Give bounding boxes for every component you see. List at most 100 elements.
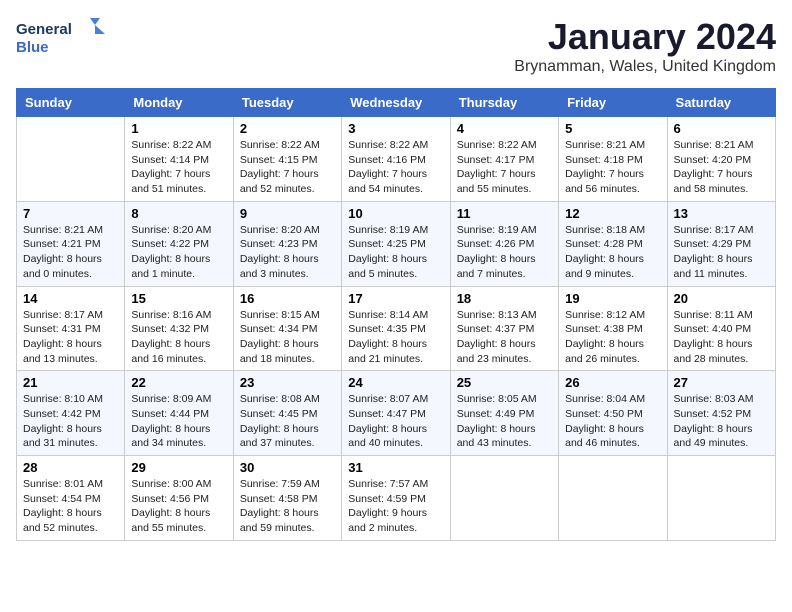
cell-content: Sunrise: 8:19 AM Sunset: 4:26 PM Dayligh… <box>457 223 552 282</box>
cell-content: Sunrise: 8:20 AM Sunset: 4:22 PM Dayligh… <box>131 223 226 282</box>
calendar-cell-w2-d5: 11 Sunrise: 8:19 AM Sunset: 4:26 PM Dayl… <box>450 201 558 286</box>
day-number: 17 <box>348 291 443 306</box>
day-number: 24 <box>348 375 443 390</box>
calendar-cell-w5-d5 <box>450 456 558 541</box>
calendar-cell-w1-d2: 1 Sunrise: 8:22 AM Sunset: 4:14 PM Dayli… <box>125 117 233 202</box>
calendar-cell-w1-d3: 2 Sunrise: 8:22 AM Sunset: 4:15 PM Dayli… <box>233 117 341 202</box>
cell-content: Sunrise: 8:00 AM Sunset: 4:56 PM Dayligh… <box>131 477 226 536</box>
calendar-cell-w5-d4: 31 Sunrise: 7:57 AM Sunset: 4:59 PM Dayl… <box>342 456 450 541</box>
calendar-cell-w3-d3: 16 Sunrise: 8:15 AM Sunset: 4:34 PM Dayl… <box>233 286 341 371</box>
day-number: 21 <box>23 375 118 390</box>
day-number: 23 <box>240 375 335 390</box>
cell-content: Sunrise: 8:04 AM Sunset: 4:50 PM Dayligh… <box>565 392 660 451</box>
cell-content: Sunrise: 8:08 AM Sunset: 4:45 PM Dayligh… <box>240 392 335 451</box>
calendar-subtitle: Brynamman, Wales, United Kingdom <box>514 58 776 76</box>
day-number: 1 <box>131 121 226 136</box>
calendar-cell-w5-d7 <box>667 456 775 541</box>
day-number: 12 <box>565 206 660 221</box>
logo: General Blue <box>16 16 106 60</box>
svg-text:Blue: Blue <box>16 39 49 56</box>
header-tuesday: Tuesday <box>233 89 341 117</box>
calendar-cell-w3-d7: 20 Sunrise: 8:11 AM Sunset: 4:40 PM Dayl… <box>667 286 775 371</box>
cell-content: Sunrise: 8:22 AM Sunset: 4:16 PM Dayligh… <box>348 138 443 197</box>
calendar-cell-w2-d3: 9 Sunrise: 8:20 AM Sunset: 4:23 PM Dayli… <box>233 201 341 286</box>
calendar-cell-w5-d3: 30 Sunrise: 7:59 AM Sunset: 4:58 PM Dayl… <box>233 456 341 541</box>
day-number: 28 <box>23 460 118 475</box>
calendar-cell-w2-d7: 13 Sunrise: 8:17 AM Sunset: 4:29 PM Dayl… <box>667 201 775 286</box>
day-number: 13 <box>674 206 769 221</box>
day-number: 20 <box>674 291 769 306</box>
cell-content: Sunrise: 8:14 AM Sunset: 4:35 PM Dayligh… <box>348 308 443 367</box>
day-number: 18 <box>457 291 552 306</box>
calendar-cell-w5-d1: 28 Sunrise: 8:01 AM Sunset: 4:54 PM Dayl… <box>17 456 125 541</box>
cell-content: Sunrise: 8:18 AM Sunset: 4:28 PM Dayligh… <box>565 223 660 282</box>
calendar-cell-w2-d1: 7 Sunrise: 8:21 AM Sunset: 4:21 PM Dayli… <box>17 201 125 286</box>
cell-content: Sunrise: 7:59 AM Sunset: 4:58 PM Dayligh… <box>240 477 335 536</box>
day-number: 30 <box>240 460 335 475</box>
day-number: 25 <box>457 375 552 390</box>
header-thursday: Thursday <box>450 89 558 117</box>
calendar-cell-w1-d6: 5 Sunrise: 8:21 AM Sunset: 4:18 PM Dayli… <box>559 117 667 202</box>
calendar-cell-w4-d4: 24 Sunrise: 8:07 AM Sunset: 4:47 PM Dayl… <box>342 371 450 456</box>
day-number: 31 <box>348 460 443 475</box>
calendar-cell-w4-d6: 26 Sunrise: 8:04 AM Sunset: 4:50 PM Dayl… <box>559 371 667 456</box>
calendar-cell-w2-d4: 10 Sunrise: 8:19 AM Sunset: 4:25 PM Dayl… <box>342 201 450 286</box>
header-sunday: Sunday <box>17 89 125 117</box>
day-number: 7 <box>23 206 118 221</box>
calendar-cell-w5-d2: 29 Sunrise: 8:00 AM Sunset: 4:56 PM Dayl… <box>125 456 233 541</box>
day-number: 27 <box>674 375 769 390</box>
header-saturday: Saturday <box>667 89 775 117</box>
day-number: 3 <box>348 121 443 136</box>
calendar-cell-w4-d5: 25 Sunrise: 8:05 AM Sunset: 4:49 PM Dayl… <box>450 371 558 456</box>
day-number: 2 <box>240 121 335 136</box>
calendar-cell-w1-d4: 3 Sunrise: 8:22 AM Sunset: 4:16 PM Dayli… <box>342 117 450 202</box>
cell-content: Sunrise: 8:22 AM Sunset: 4:14 PM Dayligh… <box>131 138 226 197</box>
cell-content: Sunrise: 8:20 AM Sunset: 4:23 PM Dayligh… <box>240 223 335 282</box>
calendar-body: 1 Sunrise: 8:22 AM Sunset: 4:14 PM Dayli… <box>17 117 776 541</box>
day-number: 19 <box>565 291 660 306</box>
cell-content: Sunrise: 8:22 AM Sunset: 4:15 PM Dayligh… <box>240 138 335 197</box>
cell-content: Sunrise: 8:07 AM Sunset: 4:47 PM Dayligh… <box>348 392 443 451</box>
calendar-cell-w1-d1 <box>17 117 125 202</box>
cell-content: Sunrise: 8:10 AM Sunset: 4:42 PM Dayligh… <box>23 392 118 451</box>
header-wednesday: Wednesday <box>342 89 450 117</box>
calendar-cell-w2-d2: 8 Sunrise: 8:20 AM Sunset: 4:22 PM Dayli… <box>125 201 233 286</box>
calendar-cell-w5-d6 <box>559 456 667 541</box>
header-monday: Monday <box>125 89 233 117</box>
calendar-cell-w3-d5: 18 Sunrise: 8:13 AM Sunset: 4:37 PM Dayl… <box>450 286 558 371</box>
day-number: 29 <box>131 460 226 475</box>
calendar-cell-w1-d7: 6 Sunrise: 8:21 AM Sunset: 4:20 PM Dayli… <box>667 117 775 202</box>
cell-content: Sunrise: 8:09 AM Sunset: 4:44 PM Dayligh… <box>131 392 226 451</box>
cell-content: Sunrise: 8:15 AM Sunset: 4:34 PM Dayligh… <box>240 308 335 367</box>
calendar-cell-w1-d5: 4 Sunrise: 8:22 AM Sunset: 4:17 PM Dayli… <box>450 117 558 202</box>
day-number: 5 <box>565 121 660 136</box>
calendar-cell-w3-d4: 17 Sunrise: 8:14 AM Sunset: 4:35 PM Dayl… <box>342 286 450 371</box>
cell-content: Sunrise: 8:22 AM Sunset: 4:17 PM Dayligh… <box>457 138 552 197</box>
cell-content: Sunrise: 8:16 AM Sunset: 4:32 PM Dayligh… <box>131 308 226 367</box>
header-friday: Friday <box>559 89 667 117</box>
calendar-cell-w4-d7: 27 Sunrise: 8:03 AM Sunset: 4:52 PM Dayl… <box>667 371 775 456</box>
day-number: 26 <box>565 375 660 390</box>
calendar-cell-w4-d2: 22 Sunrise: 8:09 AM Sunset: 4:44 PM Dayl… <box>125 371 233 456</box>
day-number: 16 <box>240 291 335 306</box>
cell-content: Sunrise: 8:17 AM Sunset: 4:31 PM Dayligh… <box>23 308 118 367</box>
calendar-week-1: 1 Sunrise: 8:22 AM Sunset: 4:14 PM Dayli… <box>17 117 776 202</box>
calendar-week-3: 14 Sunrise: 8:17 AM Sunset: 4:31 PM Dayl… <box>17 286 776 371</box>
title-area: January 2024 Brynamman, Wales, United Ki… <box>514 16 776 76</box>
cell-content: Sunrise: 8:21 AM Sunset: 4:18 PM Dayligh… <box>565 138 660 197</box>
calendar-table: Sunday Monday Tuesday Wednesday Thursday… <box>16 88 776 541</box>
svg-text:General: General <box>16 21 72 38</box>
day-number: 4 <box>457 121 552 136</box>
page-header: General Blue January 2024 Brynamman, Wal… <box>16 16 776 76</box>
day-number: 11 <box>457 206 552 221</box>
calendar-cell-w3-d2: 15 Sunrise: 8:16 AM Sunset: 4:32 PM Dayl… <box>125 286 233 371</box>
calendar-cell-w3-d1: 14 Sunrise: 8:17 AM Sunset: 4:31 PM Dayl… <box>17 286 125 371</box>
day-number: 8 <box>131 206 226 221</box>
cell-content: Sunrise: 8:12 AM Sunset: 4:38 PM Dayligh… <box>565 308 660 367</box>
cell-content: Sunrise: 8:21 AM Sunset: 4:20 PM Dayligh… <box>674 138 769 197</box>
day-number: 10 <box>348 206 443 221</box>
day-number: 6 <box>674 121 769 136</box>
logo-svg: General Blue <box>16 16 106 60</box>
calendar-title: January 2024 <box>514 16 776 58</box>
cell-content: Sunrise: 8:05 AM Sunset: 4:49 PM Dayligh… <box>457 392 552 451</box>
